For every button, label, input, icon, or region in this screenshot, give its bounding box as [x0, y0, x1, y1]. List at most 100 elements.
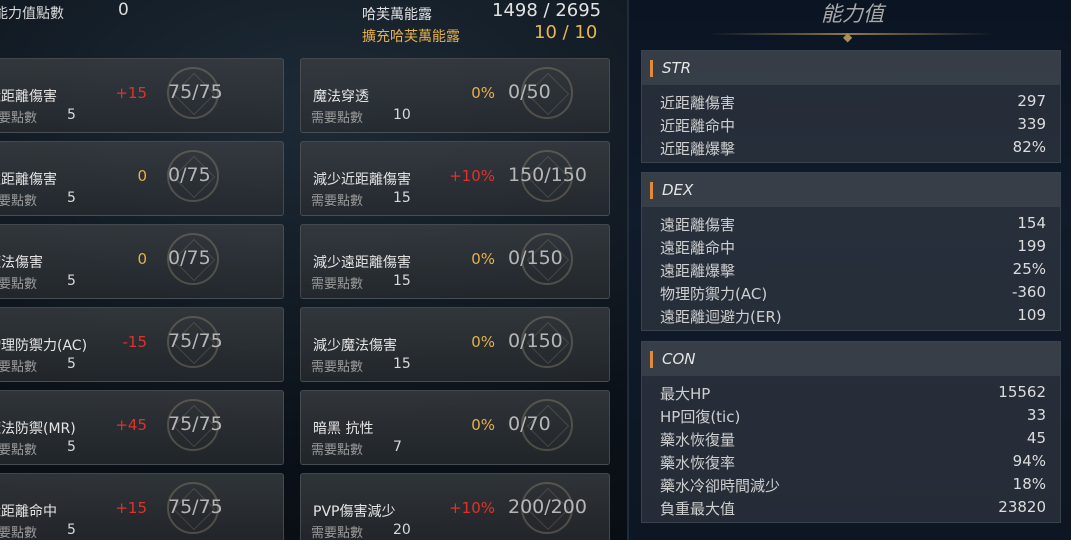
- stat-progress: 0/150: [508, 330, 563, 352]
- stat-card[interactable]: 減少近距離傷害 需要點數 15 +10% 150/150: [300, 141, 610, 216]
- stat-row-value: 33: [1026, 406, 1046, 424]
- section-accent-bar: [650, 181, 653, 199]
- stat-row: 藥水恢復率 94%: [642, 449, 1060, 472]
- stat-row-value: 94%: [1012, 452, 1046, 470]
- stat-row-value: 297: [1017, 92, 1046, 110]
- stat-progress: 0/75: [168, 247, 211, 269]
- stat-card[interactable]: 減少遠距離傷害 需要點數 15 0% 0/150: [300, 224, 610, 299]
- stat-row-value: 15562: [998, 383, 1046, 401]
- stat-progress: 0/70: [508, 413, 551, 435]
- ornament-icon: ◆: [843, 30, 853, 44]
- stat-name: 減少遠距離傷害: [313, 255, 411, 271]
- stat-name: PVP傷害減少: [313, 504, 396, 520]
- stat-row: 近距離傷害 297: [642, 89, 1060, 112]
- stat-row-label: HP回復(tic): [660, 408, 741, 426]
- stat-row-value: 199: [1017, 237, 1046, 255]
- required-points-label: 需要點數: [311, 526, 364, 540]
- required-points-value: 5: [67, 107, 76, 123]
- section-accent-bar: [650, 350, 653, 368]
- stat-card[interactable]: 魔法防禦(MR) 需要點數 5 +45 75/75: [0, 390, 284, 465]
- stat-row-value: 18%: [1012, 475, 1046, 493]
- required-points-value: 5: [67, 273, 76, 289]
- stat-name: 物理防禦力(AC): [0, 338, 88, 354]
- stat-card[interactable]: 暗黑 抗性 需要點數 7 0% 0/70: [300, 390, 610, 465]
- section-label: STR: [662, 59, 692, 77]
- stat-card[interactable]: 魔法穿透 需要點數 10 0% 0/50: [300, 58, 610, 133]
- panel-title: 能力值: [821, 2, 884, 26]
- stat-row-value: 339: [1017, 115, 1046, 133]
- section-label: DEX: [662, 181, 694, 199]
- required-points-label: 需要點數: [0, 443, 38, 458]
- stat-row: 藥水冷卻時間減少 18%: [642, 472, 1060, 495]
- stat-row-label: 遠距離迴避力(ER): [660, 308, 782, 326]
- required-points-label: 需要點數: [311, 360, 364, 375]
- expand-elixir-value: 10 / 10: [534, 22, 598, 43]
- stat-row-value: 154: [1017, 214, 1046, 232]
- stat-bonus: -15: [122, 333, 148, 351]
- stat-progress: 75/75: [168, 330, 223, 352]
- stat-progress: 75/75: [168, 496, 223, 518]
- stat-row: 近距離命中 339: [642, 112, 1060, 135]
- stat-row-label: 遠距離傷害: [660, 216, 736, 234]
- required-points-value: 7: [393, 439, 402, 455]
- required-points-value: 5: [67, 522, 76, 538]
- stat-bonus: +10%: [449, 167, 495, 185]
- stat-card[interactable]: 遠距離傷害需要點數 5 0 0/75: [0, 141, 284, 216]
- stat-bonus: +15: [115, 84, 147, 102]
- required-points-value: 10: [393, 107, 411, 123]
- required-points-value: 5: [67, 439, 76, 455]
- section-header: DEX: [642, 173, 1060, 207]
- stat-card[interactable]: 減少魔法傷害 需要點數 15 0% 0/150: [300, 307, 610, 382]
- stat-name: 暗黑 抗性: [313, 421, 374, 437]
- stat-row: 負重最大值 23820: [642, 495, 1060, 518]
- stat-row-label: 近距離命中: [660, 117, 736, 135]
- expand-elixir-label: 擴充哈芙萬能露: [362, 29, 460, 45]
- elixir-value: 1498 / 2695: [492, 0, 602, 21]
- stat-row: 遠距離迴避力(ER) 109: [642, 303, 1060, 326]
- stat-row: 近距離爆擊 82%: [642, 135, 1060, 158]
- stat-row-label: 負重最大值: [660, 500, 736, 518]
- required-points-label: 需要點數: [311, 277, 364, 292]
- stat-card[interactable]: 近距離命中需要點數 5 +15 75/75: [0, 473, 284, 540]
- stat-points-label: 能力值點數: [0, 6, 64, 22]
- stat-row-label: 藥水冷卻時間減少: [660, 477, 781, 495]
- stat-row: HP回復(tic) 33: [642, 403, 1060, 426]
- required-points-value: 15: [393, 356, 411, 372]
- stat-name: 近距離傷害: [0, 89, 57, 105]
- required-points-value: 15: [393, 190, 411, 206]
- stat-name: 減少近距離傷害: [313, 172, 411, 188]
- stat-name: 遠距離傷害: [0, 172, 57, 188]
- required-points-value: 5: [67, 190, 76, 206]
- required-points-label: 需要點數: [0, 526, 38, 540]
- stat-bonus: +45: [115, 416, 147, 434]
- stat-row-value: 109: [1017, 306, 1046, 324]
- stat-card[interactable]: 魔法傷害需要點數 5 0 0/75: [0, 224, 284, 299]
- stat-bonus: +15: [115, 499, 147, 517]
- stat-section-dex: DEX 遠距離傷害 154 遠距離命中 199 遠距離爆擊 25% 物理防禦力(AC) -360…: [641, 172, 1061, 331]
- required-points-label: 需要點數: [0, 277, 38, 292]
- stat-progress: 0/75: [168, 164, 211, 186]
- stat-progress: 75/75: [168, 413, 223, 435]
- required-points-label: 需要點數: [0, 360, 38, 375]
- stat-bonus: 0: [137, 167, 147, 185]
- stat-card[interactable]: PVP傷害減少 需要點數 20 +10% 200/200: [300, 473, 610, 540]
- stat-name: 減少魔法傷害: [313, 338, 397, 354]
- stat-name: 近距離命中: [0, 504, 57, 520]
- stat-row-label: 近距離傷害: [660, 94, 736, 112]
- stat-row: 遠距離命中 199: [642, 234, 1060, 257]
- stat-name: 魔法穿透: [313, 89, 369, 105]
- stat-row-label: 藥水恢復量: [660, 431, 736, 449]
- stat-progress: 0/50: [508, 81, 551, 103]
- stat-bonus: 0: [137, 250, 147, 268]
- stat-row-label: 遠距離爆擊: [660, 262, 736, 280]
- stat-card[interactable]: 物理防禦力(AC) 需要點數 5 -15 75/75: [0, 307, 284, 382]
- stat-card[interactable]: 近距離傷害需要點數 5 +15 75/75: [0, 58, 284, 133]
- stat-row-label: 遠距離命中: [660, 239, 736, 257]
- stat-row-value: 25%: [1012, 260, 1046, 278]
- required-points-value: 15: [393, 273, 411, 289]
- stat-row: 遠距離傷害 154: [642, 211, 1060, 234]
- stat-bonus: 0%: [471, 84, 495, 102]
- stat-name: 魔法傷害: [0, 255, 43, 271]
- stat-progress: 150/150: [508, 164, 587, 186]
- stat-row-value: 82%: [1012, 138, 1046, 156]
